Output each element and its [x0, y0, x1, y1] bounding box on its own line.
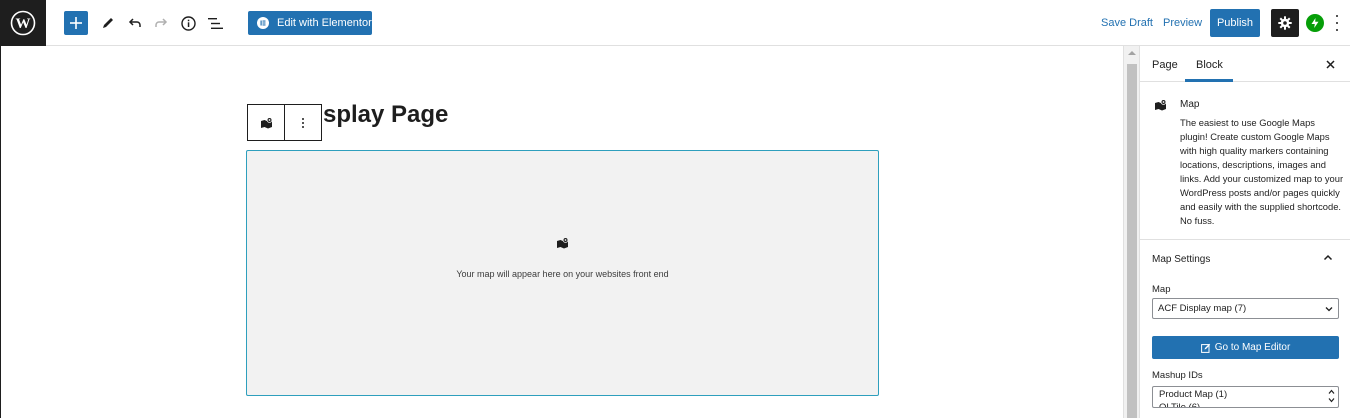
list-view-button[interactable]: [203, 11, 227, 35]
undo-button[interactable]: [123, 11, 147, 35]
map-settings-panel-toggle[interactable]: Map Settings: [1140, 240, 1350, 278]
jetpack-button[interactable]: [1306, 14, 1324, 32]
settings-sidebar: Page Block Map The easiest to use Google…: [1139, 46, 1350, 418]
elementor-icon: [257, 17, 269, 29]
jetpack-bolt-icon: [1311, 18, 1319, 28]
map-settings-panel-body: Map ACF Display map (7) Go to Map Editor…: [1140, 278, 1350, 418]
redo-button[interactable]: [149, 11, 173, 35]
tab-block[interactable]: Block: [1196, 59, 1223, 71]
map-icon: [260, 116, 272, 128]
publish-button[interactable]: Publish: [1210, 9, 1260, 37]
tools-button[interactable]: [96, 11, 120, 35]
mashup-ids-listbox[interactable]: Product Map (1) OLTile (6): [1152, 386, 1339, 408]
undo-icon: [128, 18, 141, 27]
block-type-button[interactable]: [248, 105, 285, 140]
svg-text:W: W: [16, 16, 31, 32]
settings-button[interactable]: [1271, 9, 1299, 37]
go-to-map-editor-button[interactable]: Go to Map Editor: [1152, 336, 1339, 359]
vertical-ellipsis-icon: [302, 117, 304, 128]
edit-icon: [1200, 343, 1210, 353]
block-toolbar: [247, 104, 322, 141]
map-field-label: Map: [1152, 284, 1171, 295]
canvas-scrollbar[interactable]: [1123, 46, 1139, 418]
chevron-down-icon: [1325, 307, 1333, 312]
wordpress-logo-button[interactable]: W: [0, 0, 46, 46]
preview-button[interactable]: Preview: [1163, 17, 1202, 29]
block-card-description: The easiest to use Google Maps plugin! C…: [1180, 117, 1344, 226]
listbox-spinner[interactable]: [1328, 389, 1335, 403]
go-to-map-editor-label: Go to Map Editor: [1214, 342, 1291, 353]
pencil-icon: [103, 18, 113, 28]
info-icon: [180, 15, 196, 31]
save-draft-button[interactable]: Save Draft: [1101, 17, 1153, 29]
map-select[interactable]: ACF Display map (7): [1152, 298, 1339, 319]
dot-icon: [1336, 15, 1338, 17]
chevron-up-icon: [1328, 389, 1335, 394]
block-card-title: Map: [1180, 99, 1200, 110]
map-icon: [1155, 99, 1167, 111]
map-settings-title: Map Settings: [1152, 254, 1211, 265]
dot-icon: [1336, 29, 1338, 31]
edit-with-elementor-button[interactable]: Edit with Elementor: [248, 11, 372, 35]
add-block-button[interactable]: [64, 11, 88, 35]
map-select-value: ACF Display map (7): [1158, 303, 1247, 314]
scroll-up-arrow[interactable]: [1128, 51, 1136, 55]
dot-icon: [1336, 22, 1338, 24]
mashup-ids-label: Mashup IDs: [1152, 370, 1203, 381]
block-options-button[interactable]: [285, 105, 321, 140]
map-placeholder-text: Your map will appear here on your websit…: [456, 269, 669, 279]
wordpress-icon: W: [10, 10, 36, 36]
map-block-placeholder[interactable]: Your map will appear here on your websit…: [246, 150, 879, 396]
more-options-button[interactable]: [1333, 15, 1341, 31]
details-button[interactable]: [176, 11, 200, 35]
mashup-option[interactable]: OLTile (6): [1153, 400, 1338, 407]
sidebar-tabs: Page Block: [1140, 46, 1350, 82]
redo-icon: [155, 18, 168, 27]
scroll-thumb[interactable]: [1127, 64, 1137, 418]
editor-canvas[interactable]: splay Page Your map will appear here on …: [0, 46, 1123, 418]
tab-page[interactable]: Page: [1152, 59, 1178, 71]
editor-header: W Edit with Elementor Save Draft Preview…: [0, 0, 1350, 46]
gear-icon: [1278, 16, 1292, 30]
plus-icon: [70, 17, 82, 29]
list-view-icon: [207, 17, 223, 29]
close-sidebar-button[interactable]: [1323, 57, 1337, 71]
chevron-down-icon: [1328, 398, 1335, 403]
elementor-button-label: Edit with Elementor: [277, 17, 372, 29]
block-card: Map The easiest to use Google Maps plugi…: [1140, 82, 1350, 240]
mashup-option[interactable]: Product Map (1): [1153, 387, 1338, 400]
page-title[interactable]: splay Page: [323, 101, 448, 129]
chevron-up-icon: [1323, 254, 1333, 261]
close-icon: [1325, 59, 1335, 69]
map-icon: [557, 237, 569, 249]
